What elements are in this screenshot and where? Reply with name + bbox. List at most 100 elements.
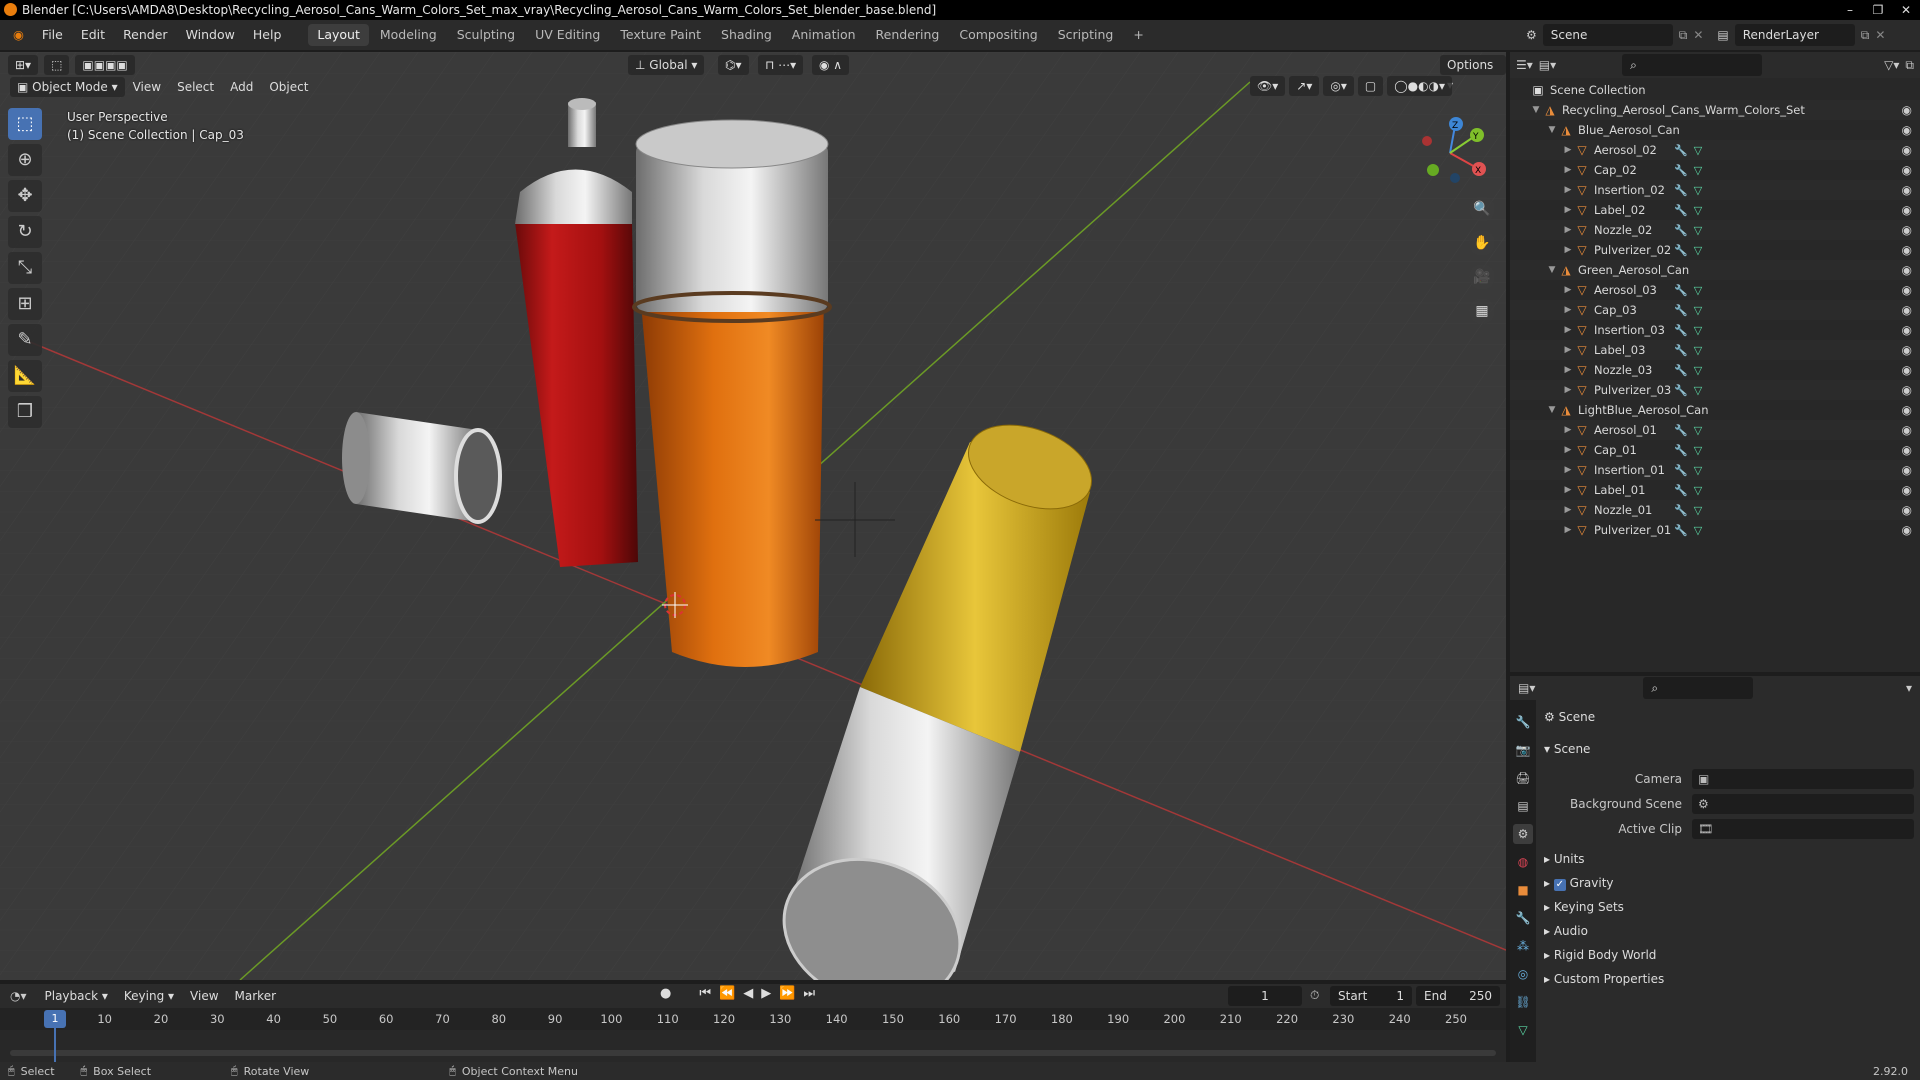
custom-properties-section[interactable]: ▸ Custom Properties xyxy=(1544,968,1664,990)
new-collection-icon[interactable]: ⧉ xyxy=(1905,58,1914,73)
modifier-icon[interactable]: 🔧 xyxy=(1674,524,1688,537)
modifier-icon[interactable]: 🔧 xyxy=(1674,304,1688,317)
overlay-toggle-icon[interactable]: ◎▾ xyxy=(1323,76,1354,96)
xray-icon[interactable]: ▢ xyxy=(1357,76,1384,96)
stopwatch-icon[interactable]: ⏱ xyxy=(1310,988,1319,1003)
select-mode-icon[interactable]: ⬚ xyxy=(44,55,70,75)
viewport-menu-view[interactable]: View xyxy=(125,77,169,97)
eye-icon[interactable]: ◉ xyxy=(1902,203,1912,217)
mode-dropdown[interactable]: ▣ Object Mode ▾ xyxy=(10,77,125,97)
modifier-icon[interactable]: 🔧 xyxy=(1674,164,1688,177)
move-tool-icon[interactable]: ✥ xyxy=(8,180,42,212)
object-tab-icon[interactable]: ■ xyxy=(1513,880,1533,900)
modifier-icon[interactable]: 🔧 xyxy=(1674,464,1688,477)
eye-icon[interactable]: ◉ xyxy=(1902,443,1912,457)
mesh-data-icon[interactable]: ▽ xyxy=(1694,204,1702,217)
outliner-row-object[interactable]: ▶ ▽ Nozzle_01 🔧 ▽ ◉ xyxy=(1510,500,1920,520)
outliner-row-object[interactable]: ▶ ▽ Pulverizer_03 🔧 ▽ ◉ xyxy=(1510,380,1920,400)
view-layer-tab-icon[interactable]: ▤ xyxy=(1513,796,1533,816)
modifier-icon[interactable]: 🔧 xyxy=(1674,504,1688,517)
expand-arrow-icon[interactable]: ▼ xyxy=(1530,105,1542,115)
play-icon[interactable]: ▶ xyxy=(761,986,771,1001)
pan-hand-icon[interactable]: ✋ xyxy=(1469,230,1495,256)
tool-tab-icon[interactable]: 🔧 xyxy=(1513,712,1533,732)
modifier-tab-icon[interactable]: 🔧 xyxy=(1513,908,1533,928)
mesh-data-icon[interactable]: ▽ xyxy=(1694,164,1702,177)
modifier-icon[interactable]: 🔧 xyxy=(1674,364,1688,377)
eye-icon[interactable]: ◉ xyxy=(1902,323,1912,337)
scene-tab-icon[interactable]: ⚙ xyxy=(1513,824,1533,844)
modifier-icon[interactable]: 🔧 xyxy=(1674,224,1688,237)
ortho-grid-icon[interactable]: ▦ xyxy=(1469,298,1495,324)
gizmo-toggle-icon[interactable]: ↗▾ xyxy=(1289,76,1320,96)
tab-sculpting[interactable]: Sculpting xyxy=(448,24,524,46)
expand-arrow-icon[interactable]: ▶ xyxy=(1562,325,1574,335)
outliner-row-scene-collection[interactable]: ▣ Scene Collection xyxy=(1510,80,1920,100)
camera-view-icon[interactable]: 🎥 xyxy=(1469,264,1495,290)
renderlayer-selector[interactable]: RenderLayer xyxy=(1734,24,1855,46)
tab-uv-editing[interactable]: UV Editing xyxy=(526,24,609,46)
close-button[interactable]: ✕ xyxy=(1892,0,1920,20)
outliner-search-input[interactable]: ⌕ xyxy=(1622,54,1763,76)
scene-section-header[interactable]: ▾ Scene xyxy=(1544,738,1590,760)
units-section[interactable]: ▸ Units xyxy=(1544,848,1585,870)
expand-arrow-icon[interactable]: ▶ xyxy=(1562,425,1574,435)
pivot-icon[interactable]: ⌬▾ xyxy=(718,55,749,75)
eye-icon[interactable]: ◉ xyxy=(1902,423,1912,437)
outliner-row-object[interactable]: ▶ ▽ Aerosol_03 🔧 ▽ ◉ xyxy=(1510,280,1920,300)
properties-editor-icon[interactable]: ▤▾ xyxy=(1518,681,1535,695)
new-scene-icon[interactable]: ⧉ xyxy=(1679,28,1688,43)
select-box-modes-icon[interactable]: ▣▣▣▣ xyxy=(75,55,135,75)
eye-icon[interactable]: ◉ xyxy=(1902,243,1912,257)
outliner-row-object[interactable]: ▶ ▽ Aerosol_01 🔧 ▽ ◉ xyxy=(1510,420,1920,440)
rigid-body-world-section[interactable]: ▸ Rigid Body World xyxy=(1544,944,1656,966)
mesh-data-icon[interactable]: ▽ xyxy=(1694,324,1702,337)
3d-viewport[interactable] xyxy=(0,52,1506,980)
physics-tab-icon[interactable]: ◎ xyxy=(1513,964,1533,984)
shading-modes-icon[interactable]: ◯●◐◑▾ xyxy=(1387,76,1453,96)
eye-icon[interactable]: ◉ xyxy=(1902,403,1912,417)
world-tab-icon[interactable]: ◍ xyxy=(1513,852,1533,872)
outliner-row-object[interactable]: ▶ ▽ Label_01 🔧 ▽ ◉ xyxy=(1510,480,1920,500)
modifier-icon[interactable]: 🔧 xyxy=(1674,184,1688,197)
measure-tool-icon[interactable]: 📐 xyxy=(8,360,42,392)
end-frame-field[interactable]: End 250 xyxy=(1416,986,1500,1006)
expand-arrow-icon[interactable]: ▶ xyxy=(1562,245,1574,255)
expand-arrow-icon[interactable]: ▶ xyxy=(1562,525,1574,535)
outliner-row-object[interactable]: ▶ ▽ Nozzle_03 🔧 ▽ ◉ xyxy=(1510,360,1920,380)
mesh-data-icon[interactable]: ▽ xyxy=(1694,364,1702,377)
eye-icon[interactable]: ◉ xyxy=(1902,463,1912,477)
gravity-section[interactable]: ▸ ✓ Gravity xyxy=(1544,872,1614,894)
expand-arrow-icon[interactable]: ▶ xyxy=(1562,205,1574,215)
expand-arrow-icon[interactable]: ▶ xyxy=(1562,285,1574,295)
expand-arrow-icon[interactable]: ▶ xyxy=(1562,385,1574,395)
expand-arrow-icon[interactable]: ▶ xyxy=(1562,165,1574,175)
viewport-menu-add[interactable]: Add xyxy=(222,77,261,97)
outliner-row-object[interactable]: ▶ ▽ Aerosol_02 🔧 ▽ ◉ xyxy=(1510,140,1920,160)
tab-rendering[interactable]: Rendering xyxy=(867,24,949,46)
eye-icon[interactable]: ◉ xyxy=(1902,143,1912,157)
add-cube-tool-icon[interactable]: ❒ xyxy=(8,396,42,428)
active-clip-field[interactable]: 🎞 xyxy=(1692,819,1914,839)
playhead[interactable]: 1 xyxy=(44,1010,66,1028)
tab-layout[interactable]: Layout xyxy=(308,24,369,46)
outliner-row-object[interactable]: ▶ ▽ Pulverizer_02 🔧 ▽ ◉ xyxy=(1510,240,1920,260)
editor-type-icon[interactable]: ⊞▾ xyxy=(8,55,39,75)
mesh-data-icon[interactable]: ▽ xyxy=(1694,424,1702,437)
keying-sets-section[interactable]: ▸ Keying Sets xyxy=(1544,896,1624,918)
add-workspace-button[interactable]: + xyxy=(1124,24,1152,46)
select-box-tool-icon[interactable]: ⬚ xyxy=(8,108,42,140)
data-tab-icon[interactable]: ▽ xyxy=(1513,1020,1533,1040)
eye-icon[interactable]: ◉ xyxy=(1902,523,1912,537)
background-scene-field[interactable]: ⚙ xyxy=(1692,794,1914,814)
tab-shading[interactable]: Shading xyxy=(712,24,781,46)
timeline-scrollbar[interactable] xyxy=(10,1050,1496,1056)
minimize-button[interactable]: – xyxy=(1836,0,1864,20)
menu-file[interactable]: File xyxy=(33,20,72,50)
axis-gizmo[interactable]: X Z Y xyxy=(1405,108,1495,198)
mesh-data-icon[interactable]: ▽ xyxy=(1694,284,1702,297)
outliner-row-object[interactable]: ▶ ▽ Insertion_02 🔧 ▽ ◉ xyxy=(1510,180,1920,200)
tab-scripting[interactable]: Scripting xyxy=(1049,24,1123,46)
expand-arrow-icon[interactable]: ▶ xyxy=(1562,185,1574,195)
play-reverse-icon[interactable]: ◀ xyxy=(743,986,753,1001)
